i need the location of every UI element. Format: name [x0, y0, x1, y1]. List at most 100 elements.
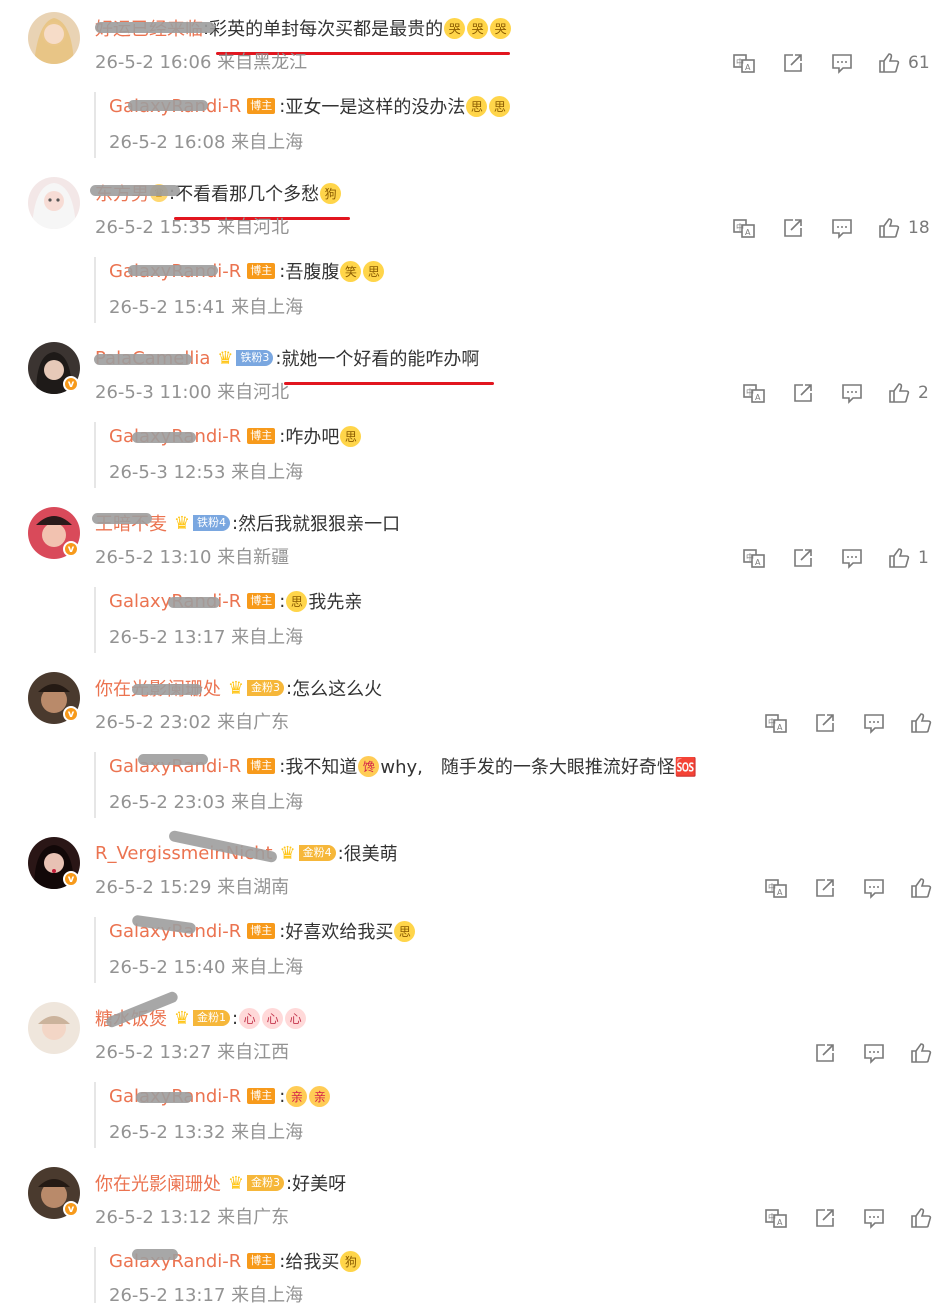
fan-badge: ♛ 金粉3 [225, 678, 284, 699]
author-tag: 博主 [247, 263, 276, 279]
reply-text-continued: why, 随手发的一条大眼推流好奇怪🆘 [380, 757, 698, 778]
comment-icon[interactable] [863, 1042, 885, 1064]
comment-icon[interactable] [841, 382, 863, 404]
avatar[interactable] [28, 12, 80, 64]
reply-meta: 26-5-2 16:08 来自上海 [109, 132, 304, 153]
redaction-scribble [136, 1092, 192, 1103]
translate-icon[interactable]: 中A [743, 382, 765, 404]
thinking-emoji: 思 [489, 95, 511, 117]
share-icon[interactable] [814, 712, 836, 734]
comment-actions: 中A 18 [733, 217, 930, 239]
reply-text: 我不知道 [285, 757, 358, 778]
svg-text:中: 中 [768, 882, 776, 892]
comment-icon[interactable] [841, 547, 863, 569]
crown-icon: ♛ [217, 347, 234, 369]
comment-text: 然后我就狠狠亲一口 [238, 514, 401, 535]
redaction-scribble [138, 754, 208, 765]
share-icon[interactable] [792, 547, 814, 569]
share-icon[interactable] [814, 1207, 836, 1229]
dog-emoji: 狗 [340, 1250, 362, 1272]
translate-icon[interactable]: 中A [733, 217, 755, 239]
share-icon[interactable] [814, 877, 836, 899]
like-icon[interactable] [888, 547, 910, 569]
cry-emoji: 哭 [490, 17, 512, 39]
comment-text: 好美呀 [292, 1174, 347, 1195]
translate-icon[interactable]: 中A [765, 712, 787, 734]
comment-actions: 中A [765, 712, 932, 734]
translate-icon[interactable]: 中A [743, 547, 765, 569]
svg-text:中: 中 [746, 552, 754, 562]
like-icon[interactable] [878, 217, 900, 239]
comment-actions: 中A 1 [743, 547, 929, 569]
reply-text: 吾腹腹 [285, 262, 340, 283]
like-icon[interactable] [888, 382, 910, 404]
comment-meta: 26-5-2 16:06 来自黑龙江 [95, 52, 308, 73]
like-count: 18 [908, 218, 930, 238]
cry-emoji: 哭 [467, 17, 489, 39]
svg-text:A: A [777, 1218, 783, 1227]
kiss-emoji: 亲 [309, 1085, 331, 1107]
like-count: 61 [908, 53, 930, 73]
highlight-underline [284, 382, 494, 385]
share-icon[interactable] [782, 217, 804, 239]
svg-text:中: 中 [746, 387, 754, 397]
comment-meta: 26-5-2 23:02 来自广东 [95, 712, 290, 733]
fan-badge: ♛ 金粉4 [277, 842, 336, 864]
comment-icon[interactable] [863, 877, 885, 899]
svg-text:中: 中 [736, 57, 744, 67]
comment-icon[interactable] [831, 217, 853, 239]
verified-badge-icon: v [63, 376, 79, 392]
share-icon[interactable] [814, 1042, 836, 1064]
comment-icon[interactable] [863, 1207, 885, 1229]
comment-actions: 中A 2 [743, 382, 929, 404]
reply-text: 给我买 [285, 1252, 340, 1273]
comment-actions: 中A 61 [733, 52, 930, 74]
crown-icon: ♛ [279, 842, 296, 864]
svg-text:A: A [777, 888, 783, 897]
comment-text: 不看看那几个多愁 [175, 184, 320, 205]
comment-actions: 中A [765, 877, 932, 899]
comment-text: 怎么这么火 [292, 679, 383, 700]
translate-icon[interactable]: 中A [765, 877, 787, 899]
like-icon[interactable] [878, 52, 900, 74]
reply-divider [94, 92, 96, 158]
comment-text: 就她一个好看的能咋办啊 [281, 349, 480, 370]
translate-icon[interactable]: 中A [733, 52, 755, 74]
like-icon[interactable] [910, 877, 932, 899]
reply-text: 我先亲 [308, 592, 363, 613]
comment-actions: 中A [765, 1207, 932, 1229]
verified-badge-icon: v [63, 706, 79, 722]
comment-meta: 26-5-3 11:00 来自河北 [95, 382, 290, 403]
reply-line: GalaxyRandi-R 博主 : 思 我先亲 [109, 587, 362, 615]
like-icon[interactable] [910, 1207, 932, 1229]
reply-divider [94, 422, 96, 488]
like-icon[interactable] [910, 1042, 932, 1064]
username[interactable]: 你在光影阑珊处 [95, 1170, 221, 1196]
heart-eyes-emoji: 心 [285, 1007, 307, 1029]
comment-icon[interactable] [863, 712, 885, 734]
comment-text: 彩英的单封每次买都是最贵的 [209, 19, 444, 40]
heart-eyes-emoji: 心 [262, 1007, 284, 1029]
translate-icon[interactable]: 中A [765, 1207, 787, 1229]
comment-meta: 26-5-2 13:12 来自广东 [95, 1207, 290, 1228]
heart-eyes-emoji: 心 [239, 1007, 261, 1029]
verified-badge-icon: v [63, 871, 79, 887]
author-tag: 博主 [247, 593, 276, 609]
crown-icon: ♛ [173, 1007, 191, 1029]
reply-divider [94, 752, 96, 818]
share-icon[interactable] [792, 382, 814, 404]
crown-icon: ♛ [173, 512, 191, 534]
redaction-scribble [132, 1249, 178, 1260]
reply-text: 好喜欢给我买 [285, 922, 394, 943]
comment-meta: 26-5-2 15:35 来自河北 [95, 217, 290, 238]
share-icon[interactable] [782, 52, 804, 74]
comment-actions [814, 1042, 932, 1064]
avatar[interactable] [28, 177, 80, 229]
fan-badge: ♛ 金粉3 [225, 1173, 284, 1194]
comment-icon[interactable] [831, 52, 853, 74]
like-icon[interactable] [910, 712, 932, 734]
reply-meta: 26-5-2 13:17 来自上海 [109, 627, 304, 648]
avatar[interactable] [28, 1002, 80, 1054]
dog-emoji: 狗 [320, 182, 342, 204]
thinking-emoji: 思 [466, 95, 488, 117]
